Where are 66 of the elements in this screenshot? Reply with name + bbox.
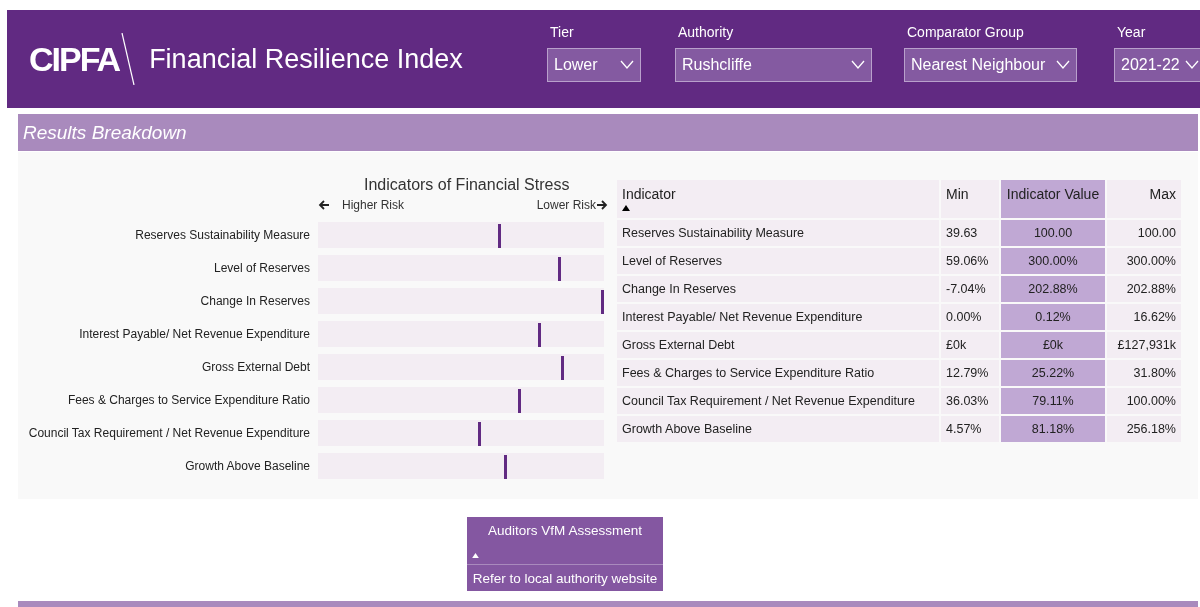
table-cell: 12.79% — [941, 360, 999, 386]
table-cell: 81.18% — [1001, 416, 1105, 442]
table-cell: Level of Reserves — [617, 248, 939, 274]
indicator-label: Change In Reserves — [199, 293, 310, 308]
table-cell: 202.88% — [1001, 276, 1105, 302]
risk-label: Higher Risk — [342, 198, 404, 212]
column-header[interactable]: Max — [1149, 186, 1176, 202]
section-header: Results Breakdown — [18, 114, 1198, 151]
table-cell: Growth Above Baseline — [617, 416, 939, 442]
indicator-label: Reserves Sustainability Measure — [134, 227, 310, 242]
table-cell: 300.00% — [1001, 248, 1105, 274]
table-cell: £0k — [1001, 332, 1105, 358]
table-cell: Reserves Sustainability Measure — [617, 220, 939, 246]
card-value: Refer to local authority website — [471, 569, 659, 588]
table-cell: 0.12% — [1001, 304, 1105, 330]
filter-label: Tier — [550, 24, 575, 40]
table-cell: Change In Reserves — [617, 276, 939, 302]
table-cell: 36.03% — [941, 388, 999, 414]
table-cell: 300.00% — [1107, 248, 1181, 274]
table-cell: Council Tax Requirement / Net Revenue Expenditure — [617, 388, 939, 414]
table-cell: 59.06% — [941, 248, 999, 274]
indicator-label: Gross External Debt — [200, 359, 310, 374]
filter-label: Comparator Group — [907, 24, 1025, 40]
logo: CIPFA — [29, 39, 120, 79]
indicator-label: Interest Payable/ Net Revenue Expenditure — [78, 326, 310, 341]
indicator-label: Council Tax Requirement / Net Revenue Expenditure — [27, 425, 310, 440]
arrow-right-icon — [596, 199, 608, 211]
chevron-down-icon — [1056, 60, 1070, 70]
table-cell: 100.00 — [1107, 220, 1181, 246]
indicator-label: Level of Reserves — [212, 260, 310, 275]
table-cell: £127,931k — [1107, 332, 1181, 358]
filter-label: Year — [1117, 24, 1147, 40]
table-cell: £0k — [941, 332, 999, 358]
risk-label: Lower Risk — [536, 198, 596, 212]
table-cell: Gross External Debt — [617, 332, 939, 358]
chevron-down-icon — [1185, 60, 1199, 70]
filter-dropdown[interactable]: Lower — [547, 48, 641, 82]
indicator-label: Growth Above Baseline — [184, 458, 310, 473]
indicator-label: Fees & Charges to Service Expenditure Ratio — [66, 392, 310, 407]
chevron-down-icon — [851, 60, 865, 70]
slash-icon — [121, 33, 136, 85]
table-cell: 0.00% — [941, 304, 999, 330]
table-cell: Fees & Charges to Service Expenditure Ratio — [617, 360, 939, 386]
table-cell: 202.88% — [1107, 276, 1181, 302]
filter-dropdown[interactable]: Rushcliffe — [675, 48, 872, 82]
table-cell: 25.22% — [1001, 360, 1105, 386]
table-cell: 100.00% — [1107, 388, 1181, 414]
app-title: Financial Resilience Index — [149, 43, 463, 75]
table-cell: 100.00 — [1001, 220, 1105, 246]
table-cell: 16.62% — [1107, 304, 1181, 330]
table-cell: 31.80% — [1107, 360, 1181, 386]
table-cell: -7.04% — [941, 276, 999, 302]
card-title: Auditors VfM Assessment — [488, 523, 642, 538]
filter-dropdown[interactable]: Nearest Neighbour — [904, 48, 1077, 82]
chevron-down-icon — [620, 60, 634, 70]
table-cell: 256.18% — [1107, 416, 1181, 442]
table-cell: 4.57% — [941, 416, 999, 442]
table-cell: Interest Payable/ Net Revenue Expenditure — [617, 304, 939, 330]
sort-up-icon — [472, 553, 479, 558]
table-cell: 39.63 — [941, 220, 999, 246]
chart-title: Indicators of Financial Stress — [364, 176, 571, 194]
arrow-left-icon — [318, 199, 330, 211]
filter-dropdown[interactable]: 2021-22 — [1114, 48, 1200, 82]
sort-up-icon — [622, 205, 630, 211]
table-cell: 79.11% — [1001, 388, 1105, 414]
filter-label: Authority — [678, 24, 735, 40]
